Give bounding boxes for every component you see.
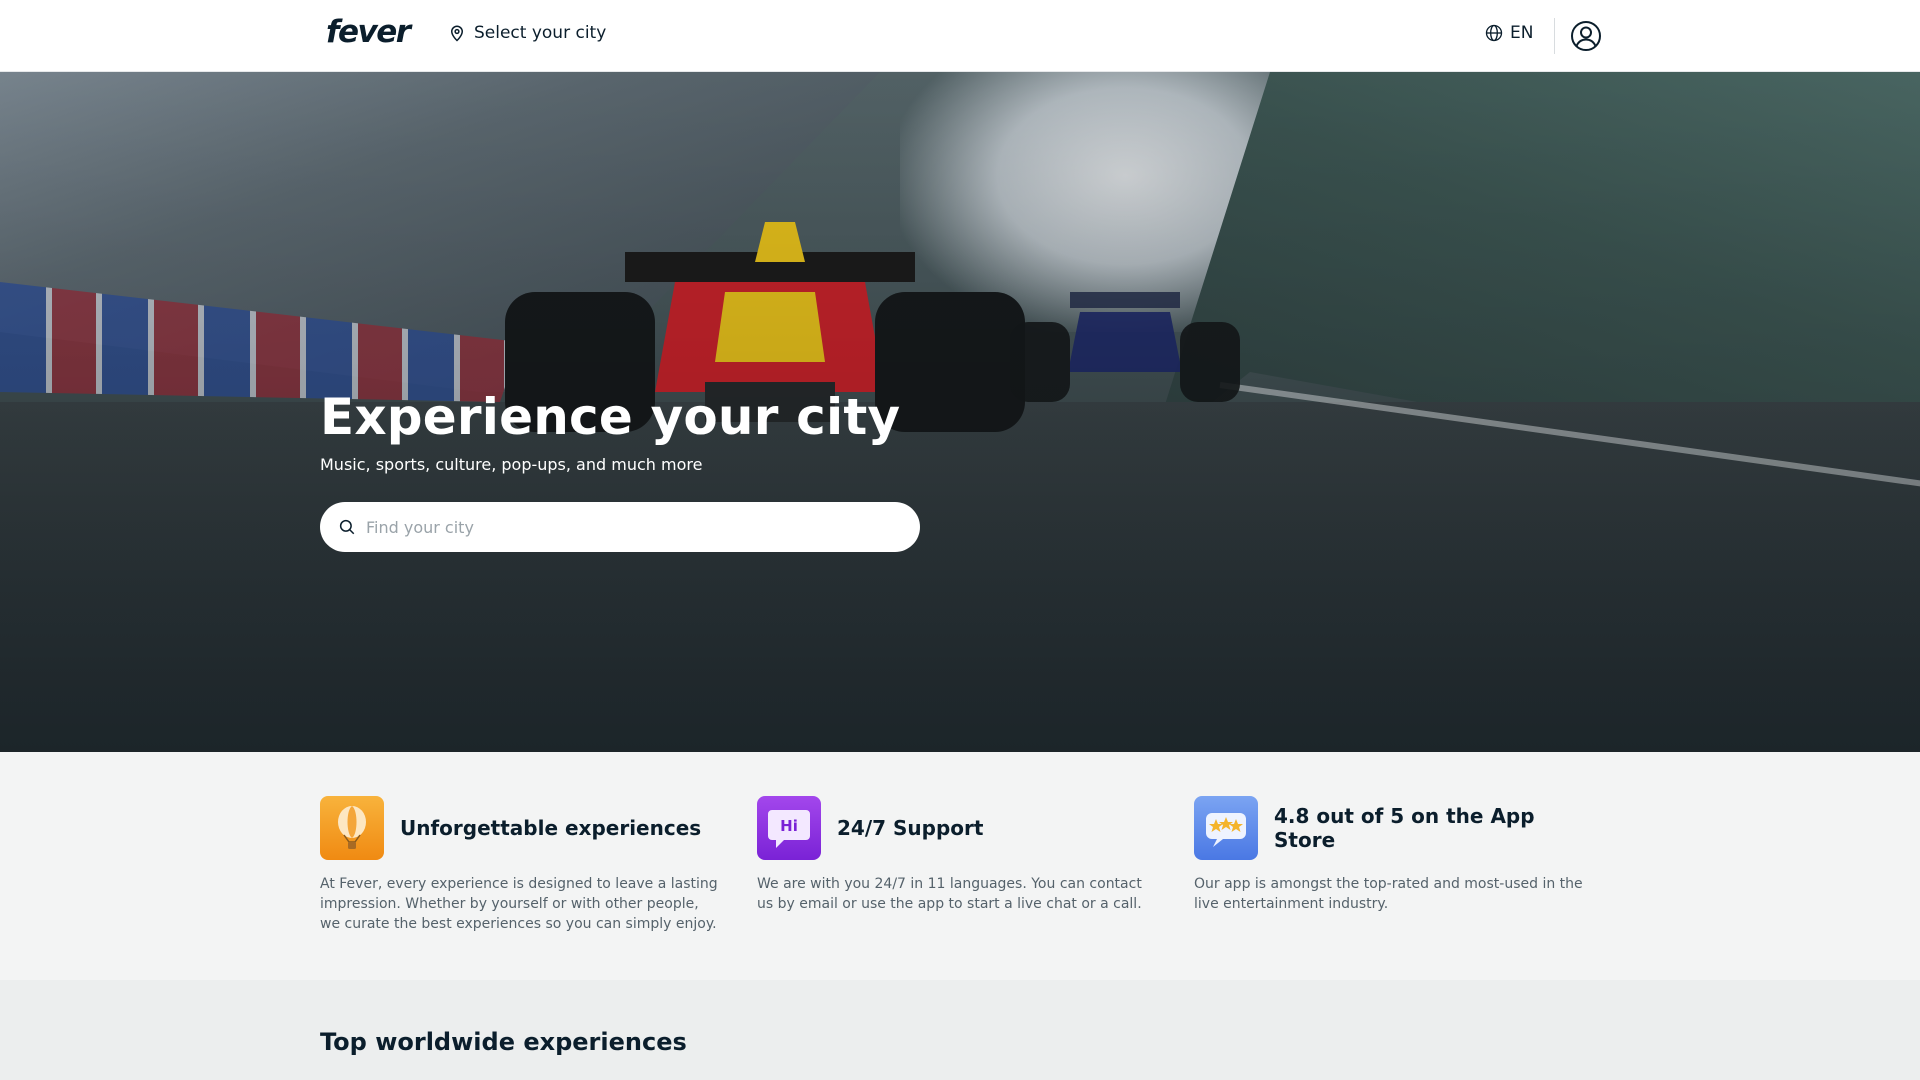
feature-support: Hi 24/7 Support We are with you 24/7 in … <box>757 796 1157 914</box>
search-icon <box>339 519 355 535</box>
star-rating-icon <box>1194 796 1258 860</box>
hot-air-balloon-icon <box>320 796 384 860</box>
hero-title: Experience your city <box>320 388 901 446</box>
hi-chat-bubble-icon: Hi <box>757 796 821 860</box>
header-divider <box>1554 18 1555 54</box>
feature-title: 24/7 Support <box>837 816 984 840</box>
city-search-box[interactable] <box>320 502 920 552</box>
language-label: EN <box>1510 23 1534 43</box>
select-city-label: Select your city <box>474 23 607 43</box>
user-account-icon[interactable] <box>1570 20 1602 52</box>
fever-logo[interactable]: fever <box>326 14 411 50</box>
section-title: Top worldwide experiences <box>320 1028 687 1056</box>
feature-title: Unforgettable experiences <box>400 816 702 840</box>
city-search-input[interactable] <box>366 517 906 537</box>
features-section: Unforgettable experiences At Fever, ever… <box>0 752 1920 980</box>
feature-app-store-rating: 4.8 out of 5 on the App Store Our app is… <box>1194 796 1594 914</box>
feature-description: We are with you 24/7 in 11 languages. Yo… <box>757 876 1142 912</box>
hero-subtitle: Music, sports, culture, pop-ups, and muc… <box>320 455 703 474</box>
feature-unforgettable-experiences: Unforgettable experiences At Fever, ever… <box>320 796 720 934</box>
globe-icon <box>1485 24 1503 42</box>
hi-icon-text: Hi <box>780 817 798 835</box>
hero-overlay <box>0 72 1920 752</box>
hero-banner <box>0 72 1920 752</box>
top-experiences-section: Top worldwide experiences <box>0 980 1920 1080</box>
language-selector[interactable]: EN <box>1484 23 1533 43</box>
feature-description: Our app is amongst the top-rated and mos… <box>1194 876 1583 912</box>
select-city-button[interactable]: Select your city <box>448 23 606 43</box>
map-pin-icon <box>450 25 464 42</box>
feature-description: At Fever, every experience is designed t… <box>320 876 718 932</box>
feature-title: 4.8 out of 5 on the App Store <box>1274 804 1535 852</box>
top-nav-bar: fever Select your city EN <box>0 0 1920 72</box>
